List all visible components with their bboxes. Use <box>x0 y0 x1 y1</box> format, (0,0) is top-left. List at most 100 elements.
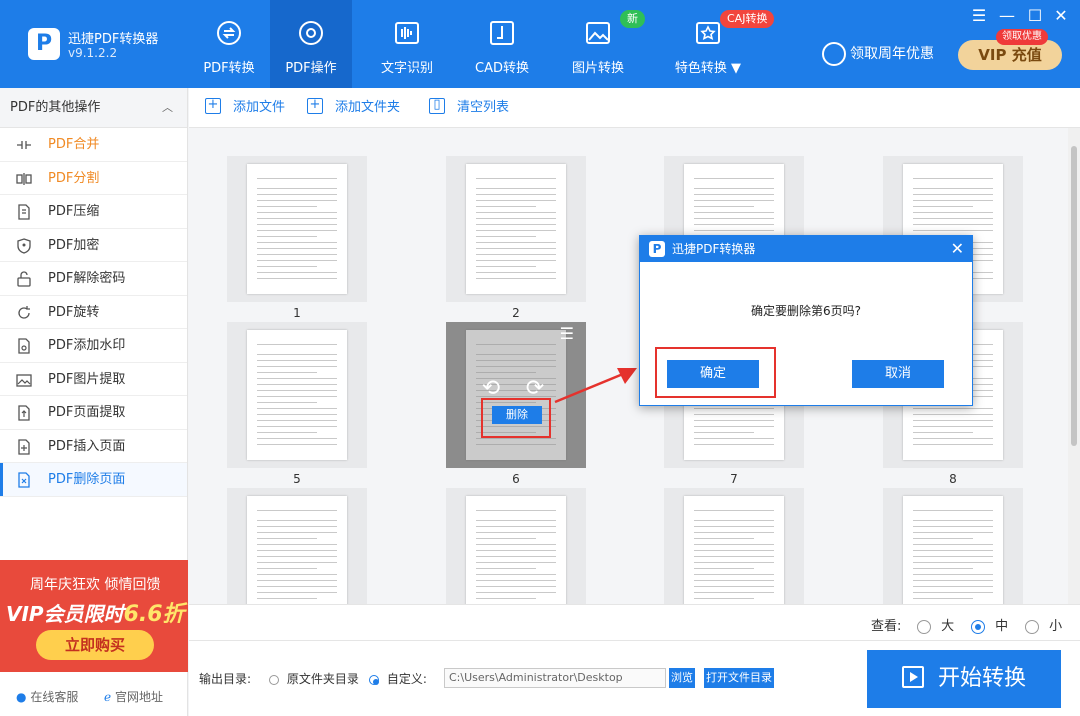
page-thumbnail[interactable] <box>446 488 586 604</box>
sidebar-item-unlock[interactable]: PDF解除密码 <box>0 262 187 296</box>
sidebar-item-merge[interactable]: PDF合并 <box>0 128 187 162</box>
page-number: 1 <box>293 306 301 320</box>
text-line <box>257 200 337 201</box>
text-line <box>257 390 337 391</box>
promo-banner[interactable]: 周年庆狂欢 倾情回馈 VIP会员限时6.6折 立即购买 <box>0 560 188 672</box>
text-line <box>257 248 337 249</box>
rotate-right-icon[interactable]: ⟳ <box>524 378 546 400</box>
text-line <box>257 254 337 255</box>
page-menu-icon[interactable]: ☰ <box>560 324 574 343</box>
tab-pdf-operations[interactable]: PDF操作 <box>270 0 352 88</box>
close-icon[interactable]: ✕ <box>1050 6 1072 25</box>
scrollbar-thumb[interactable] <box>1071 146 1077 446</box>
text-line <box>476 366 556 367</box>
convert-icon <box>217 21 241 45</box>
image-extract-icon <box>16 373 32 387</box>
sidebar-item-rotate[interactable]: PDF旋转 <box>0 296 187 329</box>
text-line <box>476 206 536 207</box>
page-thumbnail[interactable] <box>446 156 586 302</box>
radio-source-folder[interactable] <box>269 674 279 685</box>
text-line <box>913 544 993 545</box>
tab-pdf-convert[interactable]: PDF转换 <box>192 0 266 88</box>
output-option-custom[interactable]: 自定义: <box>369 670 427 687</box>
rotate-left-icon[interactable]: ⟲ <box>480 378 502 400</box>
radio-custom-folder[interactable] <box>369 674 379 685</box>
page-thumbnail[interactable] <box>883 488 1023 604</box>
view-size-bar: 查看: 大 中 小 <box>189 604 1080 640</box>
page-thumbnail[interactable] <box>227 488 367 604</box>
cancel-button[interactable]: 取消 <box>852 360 944 388</box>
anniversary-offer-link[interactable]: 领取周年优惠 <box>822 42 934 66</box>
text-line <box>913 538 973 539</box>
sidebar-item-insert-page[interactable]: PDF插入页面 <box>0 430 187 463</box>
add-file-button[interactable]: + 添加文件 <box>205 88 285 128</box>
sidebar-item-label: PDF解除密码 <box>48 271 126 286</box>
text-line <box>694 538 754 539</box>
page-thumbnail[interactable] <box>664 488 804 604</box>
tab-label: PDF转换 <box>203 61 255 76</box>
text-line <box>913 408 993 409</box>
view-option-small[interactable]: 小 <box>1025 615 1062 634</box>
clear-list-button[interactable]: ▯ 清空列表 <box>429 88 509 128</box>
sidebar-item-encrypt[interactable]: PDF加密 <box>0 229 187 262</box>
page-extract-icon <box>18 405 30 421</box>
text-line <box>476 236 536 237</box>
menu-icon[interactable]: ☰ <box>968 6 990 25</box>
sidebar-item-image-extract[interactable]: PDF图片提取 <box>0 363 187 396</box>
tab-ocr[interactable]: 文字识别 <box>368 0 446 88</box>
start-convert-button[interactable]: 开始转换 <box>867 650 1061 708</box>
page-preview <box>247 496 347 604</box>
open-folder-button[interactable]: 打开文件目录 <box>704 668 774 688</box>
sidebar-footer: ● 在线客服 ℯ 官网地址 <box>0 684 188 710</box>
website-link[interactable]: ℯ 官网地址 <box>104 688 163 705</box>
text-line <box>694 426 774 427</box>
text-line <box>476 248 556 249</box>
radio-medium[interactable] <box>971 619 985 634</box>
dialog-title-bar: P 迅捷PDF转换器 ✕ <box>640 236 972 262</box>
globe-icon: ℯ <box>104 690 112 704</box>
gear-icon <box>299 21 323 45</box>
online-service-link[interactable]: ● 在线客服 <box>16 688 78 705</box>
page-thumbnail[interactable] <box>227 156 367 302</box>
text-line <box>257 344 337 345</box>
chevron-up-icon[interactable]: ︿ <box>162 88 173 128</box>
tab-cad[interactable]: CAD转换 <box>464 0 540 88</box>
play-icon <box>901 666 924 688</box>
view-option-large[interactable]: 大 <box>917 615 954 634</box>
text-line <box>694 562 774 563</box>
add-folder-button[interactable]: + 添加文件夹 <box>307 88 400 128</box>
sidebar-item-delete-page[interactable]: PDF删除页面 <box>0 463 187 497</box>
text-line <box>694 520 774 521</box>
trash-icon: ▯ <box>429 97 445 114</box>
view-option-medium[interactable]: 中 <box>971 615 1008 634</box>
tab-label: PDF操作 <box>285 61 337 76</box>
sidebar-item-page-extract[interactable]: PDF页面提取 <box>0 396 187 430</box>
text-line <box>257 586 337 587</box>
text-line <box>257 568 317 569</box>
sidebar-item-watermark[interactable]: PDF添加水印 <box>0 329 187 363</box>
sidebar-item-label: PDF图片提取 <box>48 371 126 387</box>
radio-small[interactable] <box>1025 619 1039 634</box>
radio-large[interactable] <box>917 619 931 634</box>
text-line <box>913 218 993 219</box>
text-line <box>257 544 337 545</box>
output-option-source[interactable]: 原文件夹目录 <box>269 670 359 687</box>
text-line <box>913 598 973 599</box>
buy-now-button[interactable]: 立即购买 <box>36 630 154 660</box>
sidebar-item-compress[interactable]: PDF压缩 <box>0 195 187 229</box>
vertical-scrollbar[interactable] <box>1068 128 1080 604</box>
sidebar-item-split[interactable]: PDF分割 <box>0 162 187 195</box>
browse-button[interactable]: 浏览 <box>669 668 695 688</box>
merge-icon <box>17 141 31 149</box>
close-icon[interactable]: ✕ <box>951 236 964 262</box>
maximize-icon[interactable]: ☐ <box>1024 6 1046 25</box>
page-thumbnail[interactable] <box>227 322 367 468</box>
sidebar-header[interactable]: PDF的其他操作 ︿ <box>0 88 187 128</box>
page-number: 7 <box>730 472 738 486</box>
cad-icon <box>490 21 514 45</box>
text-line <box>913 426 993 427</box>
text-line <box>694 580 774 581</box>
minimize-icon[interactable]: — <box>996 6 1018 25</box>
output-path-field[interactable]: C:\Users\Administrator\Desktop <box>444 668 666 688</box>
page-preview <box>684 496 784 604</box>
